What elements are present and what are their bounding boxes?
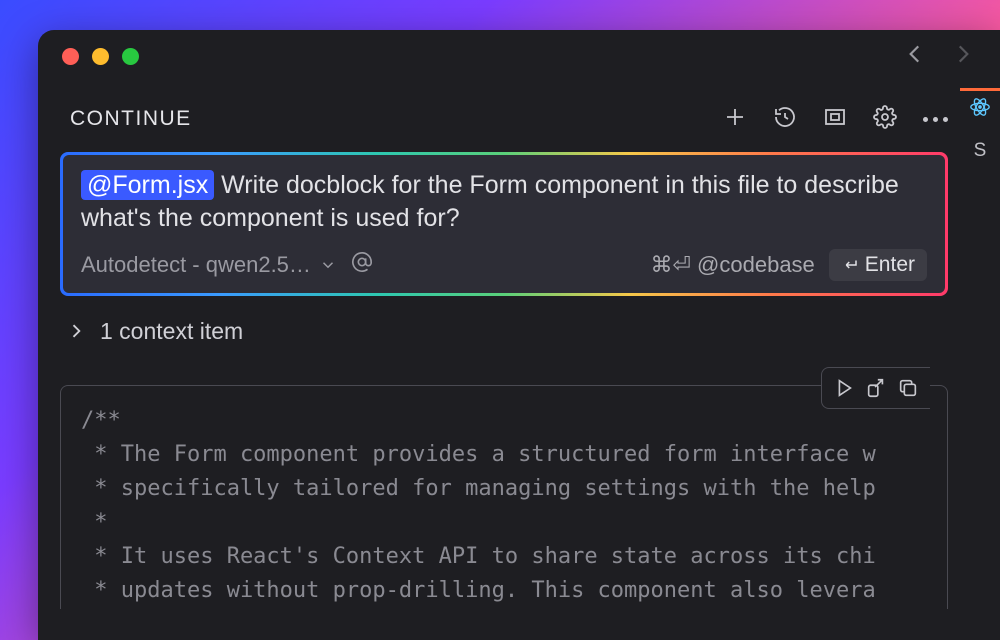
right-sidebar: S [960, 130, 1000, 640]
minimize-window-button[interactable] [92, 48, 109, 65]
chevron-down-icon [319, 256, 337, 274]
new-chat-button[interactable] [723, 105, 747, 134]
submit-button[interactable]: Enter [829, 249, 927, 281]
history-button[interactable] [773, 105, 797, 134]
react-icon [969, 96, 991, 123]
submit-label: Enter [865, 253, 915, 277]
panel-actions [723, 105, 948, 134]
model-name: Autodetect - qwen2.5… [81, 252, 311, 278]
app-window: S CONTINUE [38, 30, 1000, 640]
sidebar-letter: S [960, 140, 1000, 162]
chat-input[interactable]: @Form.jsx Write docblock for the Form co… [63, 155, 945, 293]
run-code-button[interactable] [830, 374, 858, 402]
context-items-toggle[interactable]: 1 context item [66, 318, 978, 345]
chat-toolbar: Autodetect - qwen2.5… ⌘⏎ @codebase Enter [81, 249, 927, 281]
at-icon [351, 251, 373, 273]
ellipsis-icon [923, 117, 948, 122]
response-code-block: /** * The Form component provides a stru… [60, 385, 948, 609]
panel-header: CONTINUE [38, 83, 1000, 152]
model-selector[interactable]: Autodetect - qwen2.5… [81, 252, 337, 278]
code-content: /** * The Form component provides a stru… [60, 385, 948, 609]
window-controls [62, 48, 139, 65]
copy-code-button[interactable] [894, 374, 922, 402]
maximize-window-button[interactable] [122, 48, 139, 65]
chat-text[interactable]: @Form.jsx Write docblock for the Form co… [81, 169, 927, 235]
fullscreen-button[interactable] [823, 105, 847, 134]
more-button[interactable] [923, 117, 948, 122]
codebase-hint: ⌘⏎ @codebase [651, 252, 815, 278]
titlebar [38, 30, 1000, 83]
panel-title: CONTINUE [70, 107, 192, 131]
chat-input-border: @Form.jsx Write docblock for the Form co… [60, 152, 948, 296]
navigation-arrows [902, 41, 976, 72]
code-text: /** * The Form component provides a stru… [81, 404, 927, 609]
editor-tab-active[interactable] [960, 88, 1000, 128]
mention-button[interactable] [351, 251, 373, 279]
nav-back-button[interactable] [902, 41, 928, 72]
continue-panel: CONTINUE [38, 83, 1000, 640]
close-window-button[interactable] [62, 48, 79, 65]
context-file-tag[interactable]: @Form.jsx [81, 170, 214, 200]
insert-code-button[interactable] [862, 374, 890, 402]
code-actions [821, 367, 930, 409]
chevron-right-icon [66, 321, 86, 341]
enter-icon [841, 256, 859, 274]
nav-forward-button[interactable] [950, 41, 976, 72]
settings-button[interactable] [873, 105, 897, 134]
context-items-label: 1 context item [100, 318, 243, 345]
